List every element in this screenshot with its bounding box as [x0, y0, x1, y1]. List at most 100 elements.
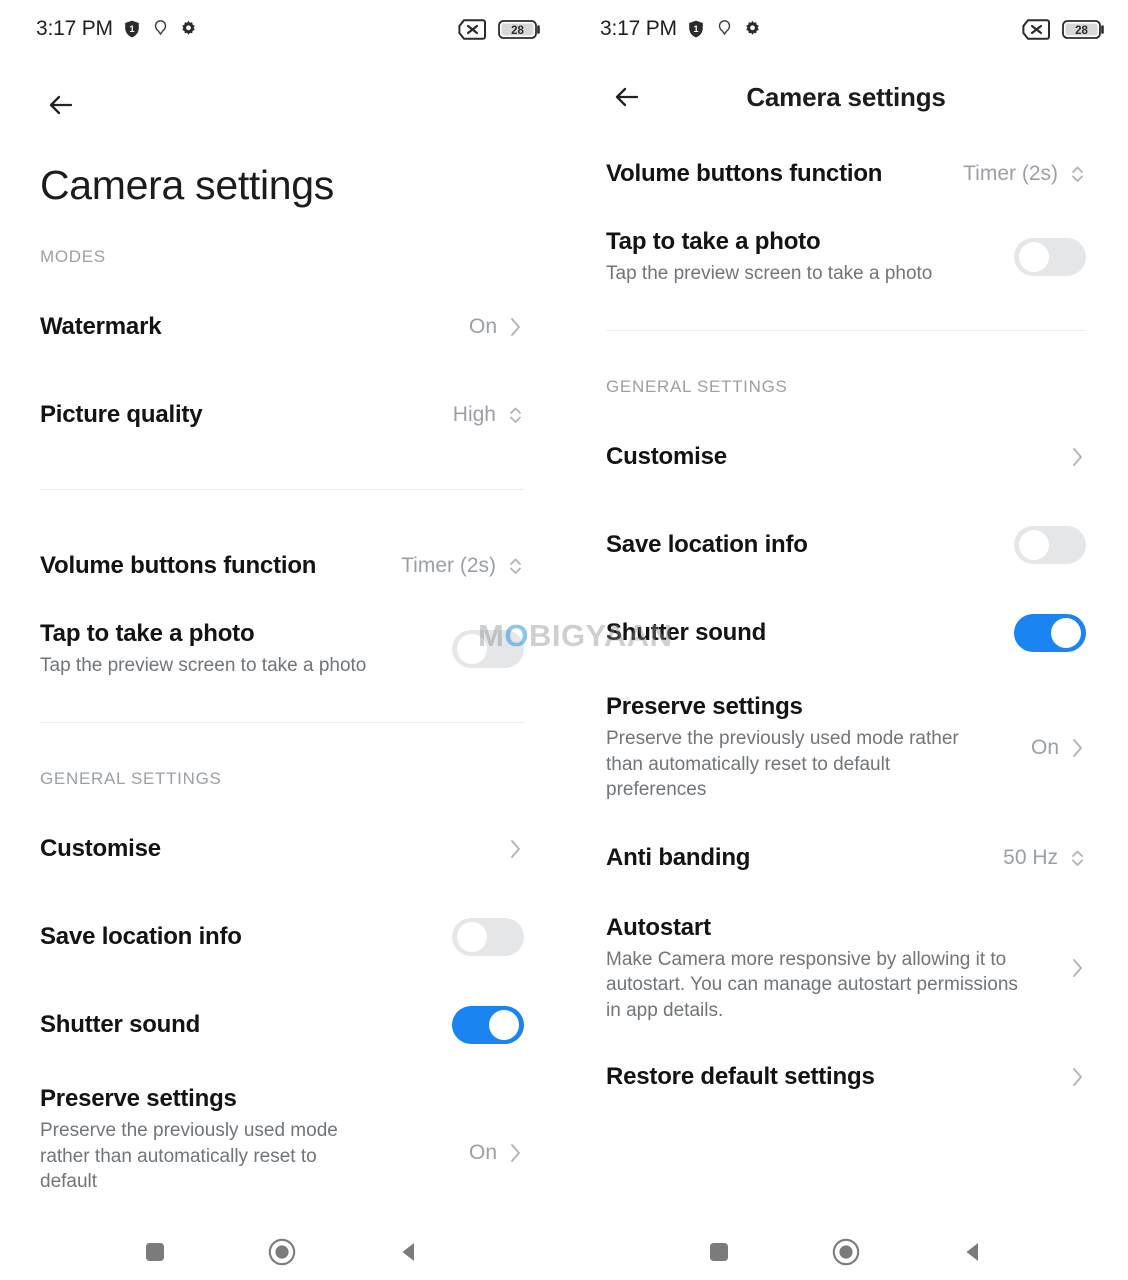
back-button-left[interactable] [40, 84, 82, 126]
toggle-save-location-info[interactable] [1014, 526, 1086, 565]
row-title: Preserve settings [606, 693, 803, 721]
row-watermark[interactable]: Watermark On [40, 299, 524, 355]
row-title: Volume buttons function [40, 552, 317, 579]
chevron-right-icon [1070, 955, 1086, 981]
battery-level-text: 28 [511, 25, 524, 37]
toggle-save-location-info[interactable] [452, 918, 524, 957]
battery-level-text: 28 [1075, 25, 1088, 37]
row-main: Anti banding [606, 844, 1003, 872]
section-header-general-settings-right: GENERAL SETTINGS [606, 377, 788, 397]
toggle-tap-to-take-a-photo[interactable] [452, 630, 524, 669]
status-bar-right-group: 28 [458, 18, 542, 40]
chevron-right-icon [508, 1140, 524, 1166]
right-screenshot-panel: 3:17 PM 1 28 Camera settings Volume butt… [564, 0, 1128, 1280]
stepper-updown-icon [507, 402, 524, 428]
row-shutter-sound[interactable]: Shutter sound [40, 997, 524, 1053]
row-main: Autostart Make Camera more responsive by… [606, 914, 1070, 1023]
status-bar-right: 3:17 PM 1 28 [564, 0, 1128, 58]
toggle-tap-to-take-a-photo[interactable] [1014, 238, 1086, 277]
stepper-updown-icon [507, 553, 524, 579]
row-title: Shutter sound [606, 619, 767, 647]
row-title: Tap to take a photo [40, 620, 255, 647]
status-bar-left: 3:17 PM 1 28 [0, 0, 564, 58]
right-collapsed-toolbar: Camera settings [564, 58, 1128, 136]
row-tap-to-take-a-photo[interactable]: Tap to take a photo Tap the preview scre… [40, 620, 524, 678]
row-title: Save location info [606, 531, 808, 559]
row-title: Anti banding [606, 844, 751, 872]
chevron-right-icon [1070, 444, 1086, 470]
row-main: Customise [606, 443, 1070, 471]
gear-icon [743, 20, 762, 39]
row-right: High [453, 402, 524, 428]
back-triangle-icon[interactable] [951, 1230, 995, 1274]
row-subtitle: Tap the preview screen to take a photo [606, 263, 933, 284]
battery-icon: 28 [498, 19, 542, 40]
row-main: Preserve settings Preserve the previousl… [606, 693, 1031, 802]
row-right: Timer (2s) [963, 161, 1086, 187]
row-restore-default-settings[interactable]: Restore default settings [606, 1049, 1086, 1105]
row-volume-buttons-function[interactable]: Volume buttons function Timer (2s) [40, 538, 524, 594]
row-save-location-info[interactable]: Save location info [606, 517, 1086, 573]
toggle-knob [457, 634, 487, 665]
gear-icon [179, 20, 198, 39]
row-preserve-settings[interactable]: Preserve settings Preserve the previousl… [40, 1085, 524, 1194]
row-customise[interactable]: Customise [40, 821, 524, 877]
row-preserve-settings[interactable]: Preserve settings Preserve the previousl… [606, 693, 1086, 802]
back-button-right[interactable] [606, 76, 648, 118]
no-sim-icon [1022, 18, 1052, 40]
chevron-right-icon [508, 314, 524, 340]
section-divider-1 [40, 489, 524, 490]
home-circle-icon[interactable] [824, 1230, 868, 1274]
row-volume-buttons-function[interactable]: Volume buttons function Timer (2s) [606, 146, 1086, 202]
row-main: Shutter sound [606, 619, 1014, 647]
row-right [1070, 1064, 1086, 1090]
toggle-shutter-sound[interactable] [1014, 614, 1086, 653]
row-shutter-sound[interactable]: Shutter sound [606, 605, 1086, 661]
row-title: Shutter sound [40, 1011, 201, 1039]
chevron-right-icon [1070, 1064, 1086, 1090]
toggle-knob [489, 1010, 519, 1041]
page-title-right: Camera settings [746, 81, 946, 112]
row-title: Picture quality [40, 401, 203, 428]
row-main: Volume buttons function [606, 160, 963, 188]
status-bar-left-group: 3:17 PM 1 [36, 17, 198, 41]
row-main: Save location info [606, 531, 1014, 559]
row-title: Restore default settings [606, 1062, 875, 1090]
mic-privacy-icon [715, 19, 734, 40]
row-value: On [468, 315, 497, 338]
row-right: On [1031, 735, 1086, 761]
row-title: Watermark [40, 313, 162, 340]
row-autostart[interactable]: Autostart Make Camera more responsive by… [606, 914, 1086, 1023]
row-tap-to-take-a-photo[interactable]: Tap to take a photo Tap the preview scre… [606, 228, 1086, 286]
status-bar-clock: 3:17 PM [600, 17, 677, 40]
chevron-right-icon [1070, 735, 1086, 761]
recents-square-icon[interactable] [133, 1230, 177, 1274]
row-main: Tap to take a photo Tap the preview scre… [606, 228, 1014, 286]
back-triangle-icon[interactable] [387, 1230, 431, 1274]
right-settings-list: Volume buttons function Timer (2s) Tap t… [564, 146, 1128, 1195]
row-save-location-info[interactable]: Save location info [40, 909, 524, 965]
row-anti-banding[interactable]: Anti banding 50 Hz [606, 830, 1086, 886]
row-value: Timer (2s) [963, 162, 1058, 185]
left-large-toolbar: Camera settings [0, 58, 564, 209]
row-main: Preserve settings Preserve the previousl… [40, 1085, 469, 1194]
home-circle-icon[interactable] [260, 1230, 304, 1274]
shield-badge-icon: 1 [122, 19, 142, 39]
row-customise[interactable]: Customise [606, 429, 1086, 485]
row-value: On [468, 1141, 497, 1165]
row-value: High [452, 403, 496, 426]
row-title: Tap to take a photo [606, 228, 821, 255]
status-bar-right-group: 28 [1022, 18, 1106, 40]
row-title: Preserve settings [40, 1085, 237, 1113]
left-settings-list: MODES Watermark On Picture quality High … [0, 209, 564, 1280]
status-bar-left-group: 3:17 PM 1 [600, 17, 762, 41]
dual-screenshot-container: 3:17 PM 1 28 Camera settings MODES Water… [0, 0, 1128, 1280]
row-main: Shutter sound [40, 1011, 452, 1039]
row-picture-quality[interactable]: Picture quality High [40, 387, 524, 443]
row-title: Volume buttons function [606, 160, 883, 187]
nav-bar-left [0, 1224, 564, 1280]
toggle-shutter-sound[interactable] [452, 1006, 524, 1045]
toggle-knob [1051, 618, 1081, 649]
recents-square-icon[interactable] [697, 1230, 741, 1274]
row-subtitle: Preserve the previously used mode rather… [606, 728, 959, 800]
